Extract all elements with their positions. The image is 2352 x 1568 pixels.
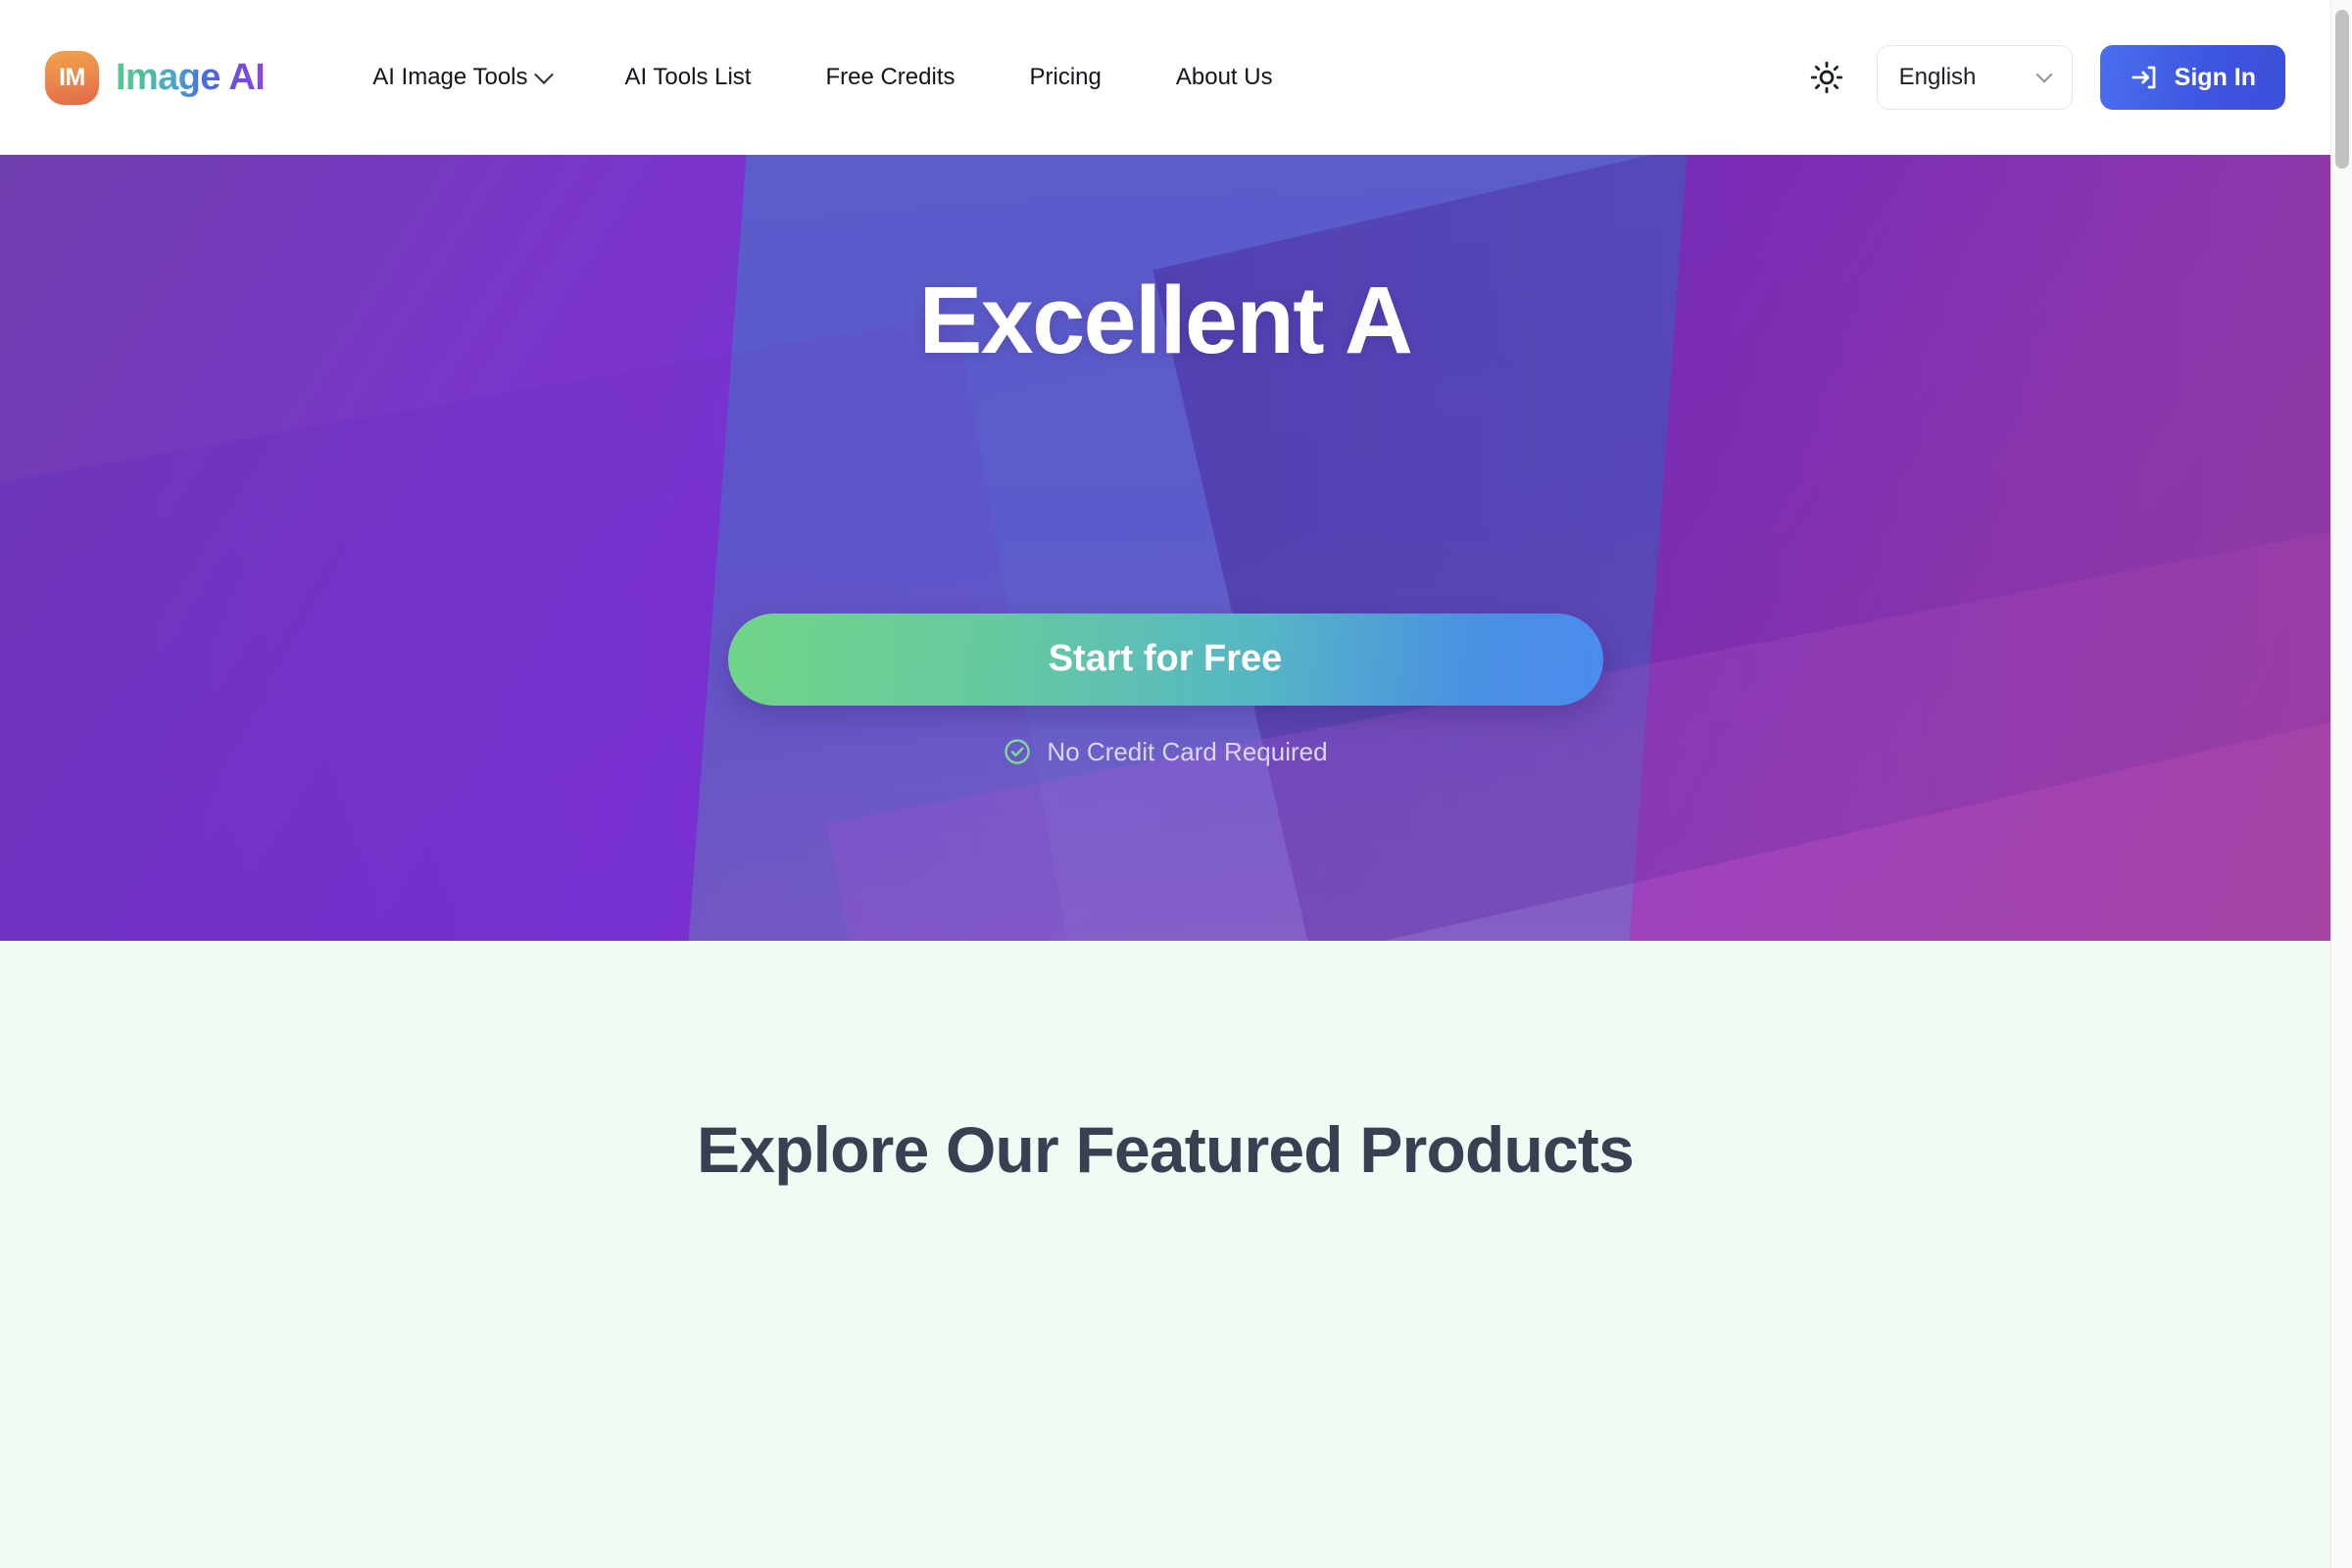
brand-mark-icon: IM	[45, 50, 99, 105]
vertical-scrollbar[interactable]	[2330, 0, 2352, 1568]
nav-label: Free Credits	[825, 64, 956, 90]
sign-in-button[interactable]: Sign In	[2099, 45, 2285, 110]
featured-products-section: Explore Our Featured Products	[0, 941, 2330, 1568]
nav-label: Pricing	[1029, 64, 1102, 90]
nav-item-free-credits[interactable]: Free Credits	[788, 54, 992, 101]
chevron-down-icon	[533, 65, 554, 85]
nav-label: AI Tools List	[624, 64, 752, 90]
theme-toggle-button[interactable]	[1804, 55, 1849, 100]
nav-item-ai-tools-list[interactable]: AI Tools List	[588, 54, 789, 101]
start-for-free-button[interactable]: Start for Free	[727, 612, 1603, 706]
cta-label: Start for Free	[1048, 638, 1283, 680]
no-credit-card-note: No Credit Card Required	[1003, 736, 1328, 767]
check-circle-icon	[1004, 739, 1031, 765]
hero-section: Excellent A Start for Free No Credit Car…	[0, 155, 2330, 941]
main-navigation: AI Image Tools AI Tools List Free Credit…	[335, 54, 1309, 101]
featured-products-title: Explore Our Featured Products	[696, 1113, 1635, 1186]
sun-icon	[1810, 61, 1842, 94]
nav-item-about-us[interactable]: About Us	[1139, 54, 1310, 101]
language-selected-value: English	[1898, 64, 1977, 90]
browser-viewport: IM Image AI AI Image Tools AI Tools List…	[0, 0, 2330, 1568]
brand-name: Image AI	[116, 56, 266, 98]
nav-label: About Us	[1175, 64, 1273, 90]
language-selector[interactable]: English	[1876, 45, 2073, 110]
chevron-down-icon	[2035, 66, 2053, 83]
hero-title: Excellent A	[918, 267, 1413, 373]
page-root: IM Image AI AI Image Tools AI Tools List…	[0, 0, 2352, 1568]
scrollbar-thumb[interactable]	[2335, 10, 2349, 169]
header-actions: English Sign In	[1804, 45, 2285, 110]
hero-content: Excellent A Start for Free No Credit Car…	[0, 155, 2330, 941]
sign-in-label: Sign In	[2174, 63, 2256, 91]
nav-label: AI Image Tools	[372, 64, 528, 90]
brand-mark-text: IM	[59, 63, 85, 91]
no-credit-card-label: No Credit Card Required	[1047, 736, 1328, 766]
brand-logo[interactable]: IM Image AI	[45, 50, 266, 105]
site-header: IM Image AI AI Image Tools AI Tools List…	[0, 0, 2330, 155]
nav-item-ai-image-tools[interactable]: AI Image Tools	[335, 54, 587, 101]
nav-item-pricing[interactable]: Pricing	[993, 54, 1139, 101]
login-arrow-icon	[2132, 66, 2156, 89]
